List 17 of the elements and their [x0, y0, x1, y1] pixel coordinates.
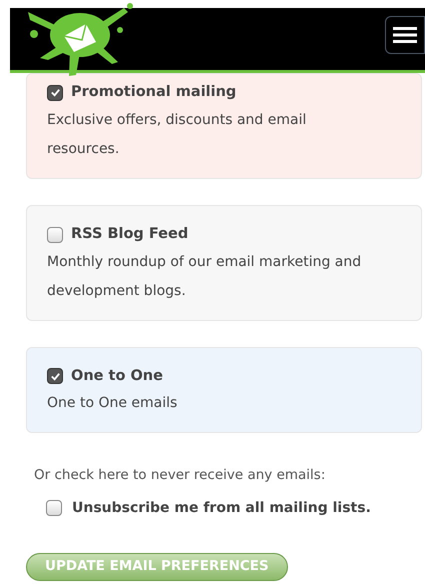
unsubscribe-label: Unsubscribe me from all mailing lists.: [72, 498, 371, 518]
list-title: One to One: [71, 366, 163, 386]
menu-button[interactable]: [385, 16, 425, 54]
list-description: Monthly roundup of our email marketing and development blogs.: [47, 252, 362, 300]
list-description: One to One emails: [47, 394, 178, 414]
list-title: Promotional mailing: [71, 83, 236, 102]
checkbox[interactable]: [47, 368, 63, 384]
unsubscribe-prompt: Or check here to never receive any emails:: [34, 466, 326, 486]
checkbox[interactable]: [47, 84, 63, 101]
update-preferences-button[interactable]: UPDATE EMAIL PREFERENCES: [26, 552, 288, 580]
menu-icon: [393, 27, 417, 43]
list-description: Exclusive offers, discounts and email resources.: [47, 110, 308, 159]
list-title: RSS Blog Feed: [71, 224, 188, 244]
checkbox[interactable]: [47, 226, 63, 243]
check-icon: [50, 87, 60, 98]
check-icon: [50, 370, 60, 382]
unsubscribe-checkbox[interactable]: [46, 500, 62, 516]
